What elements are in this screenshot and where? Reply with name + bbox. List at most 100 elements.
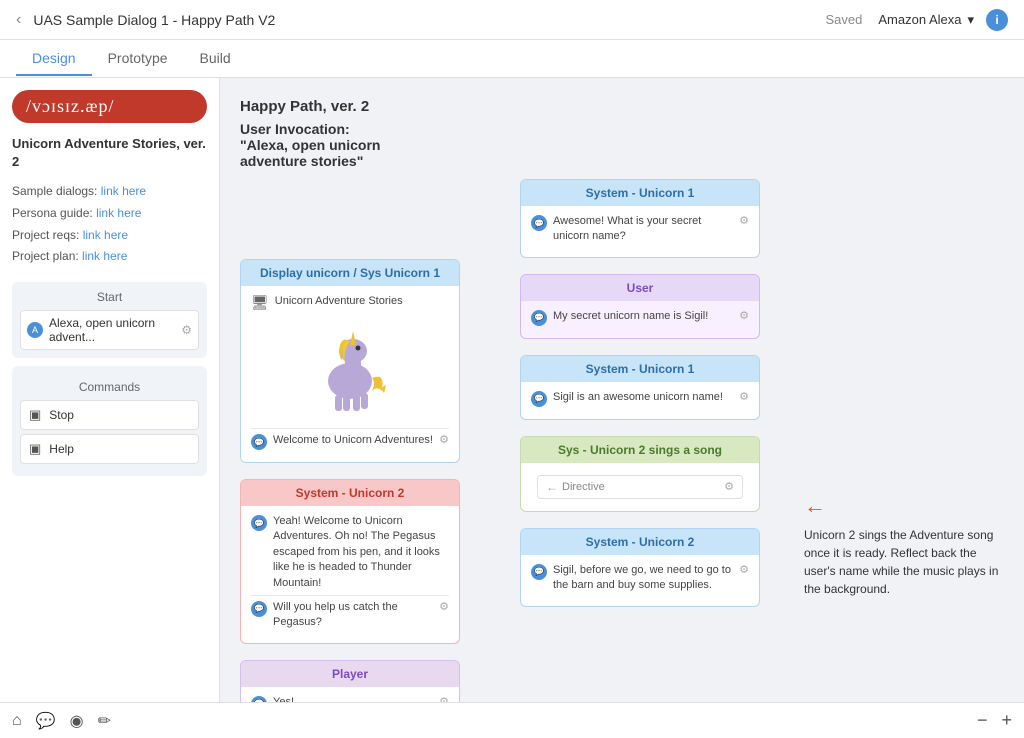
edit-icon[interactable]: ✏	[98, 711, 111, 731]
persona-guide-link[interactable]: link here	[96, 206, 141, 220]
canvas-subtitle-line1: User Invocation:	[240, 121, 1004, 137]
directive-gear: ⚙	[724, 480, 734, 493]
unicorn1-top-icon: 💬	[531, 215, 547, 231]
unicorn1-bottom-gear: ⚙	[739, 390, 749, 403]
canvas: Happy Path, ver. 2 User Invocation: "Ale…	[220, 78, 1024, 702]
command-stop[interactable]: ▣ Stop	[20, 400, 199, 430]
zoom-out-button[interactable]: −	[977, 710, 988, 731]
user-gear-icon: ⚙	[739, 309, 749, 322]
start-label: Start	[20, 290, 199, 304]
node-unicorn1-top-text: Awesome! What is your secret unicorn nam…	[553, 214, 733, 245]
back-button[interactable]: ‹	[16, 11, 21, 29]
sidebar-links: Sample dialogs: link here Persona guide:…	[12, 181, 207, 267]
tab-bar: Design Prototype Build	[0, 40, 1024, 78]
home-icon[interactable]: ⌂	[12, 712, 22, 730]
node-player-body: 💬 Yes! ⚙	[241, 687, 459, 702]
comment-icon[interactable]: ◉	[70, 711, 84, 731]
node-player[interactable]: Player 💬 Yes! ⚙	[240, 660, 460, 702]
user-name: Amazon Alexa	[878, 12, 961, 27]
node-unicorn1-bottom-row: 💬 Sigil is an awesome unicorn name! ⚙	[531, 390, 749, 407]
unicorn-image-area	[251, 315, 449, 424]
node-welcome-row: 💬 Welcome to Unicorn Adventures! ⚙	[251, 433, 449, 450]
node-display-unicorn-header: Display unicorn / Sys Unicorn 1	[241, 260, 459, 286]
unicorn2-bottom-icon: 💬	[531, 564, 547, 580]
help-label: Help	[49, 442, 74, 456]
start-item-row[interactable]: A Alexa, open unicorn advent... ⚙	[20, 310, 199, 350]
node-system-unicorn2-bottom[interactable]: System - Unicorn 2 💬 Sigil, before we go…	[520, 528, 760, 607]
node-system-unicorn2-header: System - Unicorn 2	[241, 480, 459, 506]
gear-icon: ⚙	[181, 323, 192, 337]
node-sings-song[interactable]: Sys - Unicorn 2 sings a song ← Directive…	[520, 436, 760, 512]
node-system-unicorn2-body: 💬 Yeah! Welcome to Unicorn Adventures. O…	[241, 506, 459, 643]
top-bar: ‹ UAS Sample Dialog 1 - Happy Path V2 Sa…	[0, 0, 1024, 40]
annotation-panel: ← Unicorn 2 sings the Adventure song onc…	[804, 489, 1004, 598]
unicorn2-bubble2-icon: 💬	[251, 601, 267, 617]
directive-row: ← Directive ⚙	[537, 475, 743, 499]
logo: /vɔɪsɪz.æp/	[12, 90, 207, 123]
stop-cmd-icon: ▣	[29, 407, 41, 423]
canvas-title: Happy Path, ver. 2	[240, 98, 1004, 115]
link-row-persona: Persona guide: link here	[12, 203, 207, 225]
unicorn1-top-gear: ⚙	[739, 214, 749, 227]
node-user-text-row: 💬 My secret unicorn name is Sigil! ⚙	[531, 309, 749, 326]
sidebar: /vɔɪsɪz.æp/ Unicorn Adventure Stories, v…	[0, 78, 220, 702]
annotation-text: Unicorn 2 sings the Adventure song once …	[804, 526, 1004, 598]
directive-arrow-icon: ←	[546, 480, 558, 494]
node-system-unicorn2[interactable]: System - Unicorn 2 💬 Yeah! Welcome to Un…	[240, 479, 460, 644]
project-reqs-link[interactable]: link here	[83, 228, 128, 242]
logo-text: /vɔɪsɪz.æp/	[26, 96, 115, 116]
node-sings-header: Sys - Unicorn 2 sings a song	[521, 437, 759, 463]
info-button[interactable]: i	[986, 9, 1008, 31]
node-system-unicorn1-bottom-body: 💬 Sigil is an awesome unicorn name! ⚙	[521, 382, 759, 419]
node-unicorn2-bottom-text: Sigil, before we go, we need to go to th…	[553, 563, 733, 594]
node-display-app-title-row: 🖥 Unicorn Adventure Stories	[251, 294, 449, 311]
node-system-unicorn1-top-header: System - Unicorn 1	[521, 180, 759, 206]
node-user-text: My secret unicorn name is Sigil!	[553, 309, 733, 324]
node-display-unicorn[interactable]: Display unicorn / Sys Unicorn 1 🖥 Unicor…	[240, 259, 460, 463]
node-player-text-row: 💬 Yes! ⚙	[251, 695, 449, 702]
unicorn2-bubble-icon: 💬	[251, 515, 267, 531]
node-player-header: Player	[241, 661, 459, 687]
app-title: Unicorn Adventure Stories, ver. 2	[12, 135, 207, 171]
node-system-unicorn1-bottom[interactable]: System - Unicorn 1 💬 Sigil is an awesome…	[520, 355, 760, 420]
node-welcome-text: Welcome to Unicorn Adventures!	[273, 433, 433, 448]
user-menu[interactable]: Amazon Alexa ▾	[878, 12, 974, 28]
stop-label: Stop	[49, 408, 74, 422]
node-user-body: 💬 My secret unicorn name is Sigil! ⚙	[521, 301, 759, 338]
node-unicorn2-text2-row: 💬 Will you help us catch the Pegasus? ⚙	[251, 600, 449, 631]
tab-design[interactable]: Design	[16, 42, 92, 76]
canvas-header: Happy Path, ver. 2 User Invocation: "Ale…	[240, 98, 1004, 169]
node-unicorn2-bottom-row: 💬 Sigil, before we go, we need to go to …	[531, 563, 749, 594]
zoom-in-button[interactable]: +	[1001, 710, 1012, 731]
player-bubble-icon: 💬	[251, 696, 267, 702]
chat-icon[interactable]: 💬	[36, 711, 56, 731]
start-item-text: Alexa, open unicorn advent...	[49, 316, 175, 344]
command-help[interactable]: ▣ Help	[20, 434, 199, 464]
sample-dialogs-link[interactable]: link here	[101, 184, 146, 198]
project-plan-link[interactable]: link here	[82, 249, 127, 263]
welcome-bubble-icon: 💬	[251, 434, 267, 450]
node-system-unicorn1-bottom-header: System - Unicorn 1	[521, 356, 759, 382]
tab-prototype[interactable]: Prototype	[92, 42, 184, 76]
alexa-icon: A	[27, 322, 43, 338]
user-bubble-icon: 💬	[531, 310, 547, 326]
node-unicorn1-top-row: 💬 Awesome! What is your secret unicorn n…	[531, 214, 749, 245]
right-column: System - Unicorn 1 💬 Awesome! What is yo…	[520, 179, 760, 702]
main-layout: /vɔɪsɪz.æp/ Unicorn Adventure Stories, v…	[0, 78, 1024, 702]
page-title: UAS Sample Dialog 1 - Happy Path V2	[33, 12, 825, 28]
node-unicorn2-text1-row: 💬 Yeah! Welcome to Unicorn Adventures. O…	[251, 514, 449, 591]
player-gear-icon: ⚙	[439, 695, 449, 702]
node-unicorn2-text2: Will you help us catch the Pegasus?	[273, 600, 433, 631]
node-player-text: Yes!	[273, 695, 433, 702]
welcome-gear-icon: ⚙	[439, 433, 449, 446]
link-row-reqs: Project reqs: link here	[12, 225, 207, 247]
node-user[interactable]: User 💬 My secret unicorn name is Sigil! …	[520, 274, 760, 339]
unicorn1-bottom-icon: 💬	[531, 391, 547, 407]
canvas-subtitle-line2: "Alexa, open unicorn	[240, 137, 1004, 153]
node-sings-body: ← Directive ⚙	[521, 463, 759, 511]
node-system-unicorn1-top[interactable]: System - Unicorn 1 💬 Awesome! What is yo…	[520, 179, 760, 258]
commands-section: Commands ▣ Stop ▣ Help	[12, 366, 207, 476]
link-row-sample: Sample dialogs: link here	[12, 181, 207, 203]
directive-text: Directive	[562, 481, 605, 493]
tab-build[interactable]: Build	[184, 42, 247, 76]
